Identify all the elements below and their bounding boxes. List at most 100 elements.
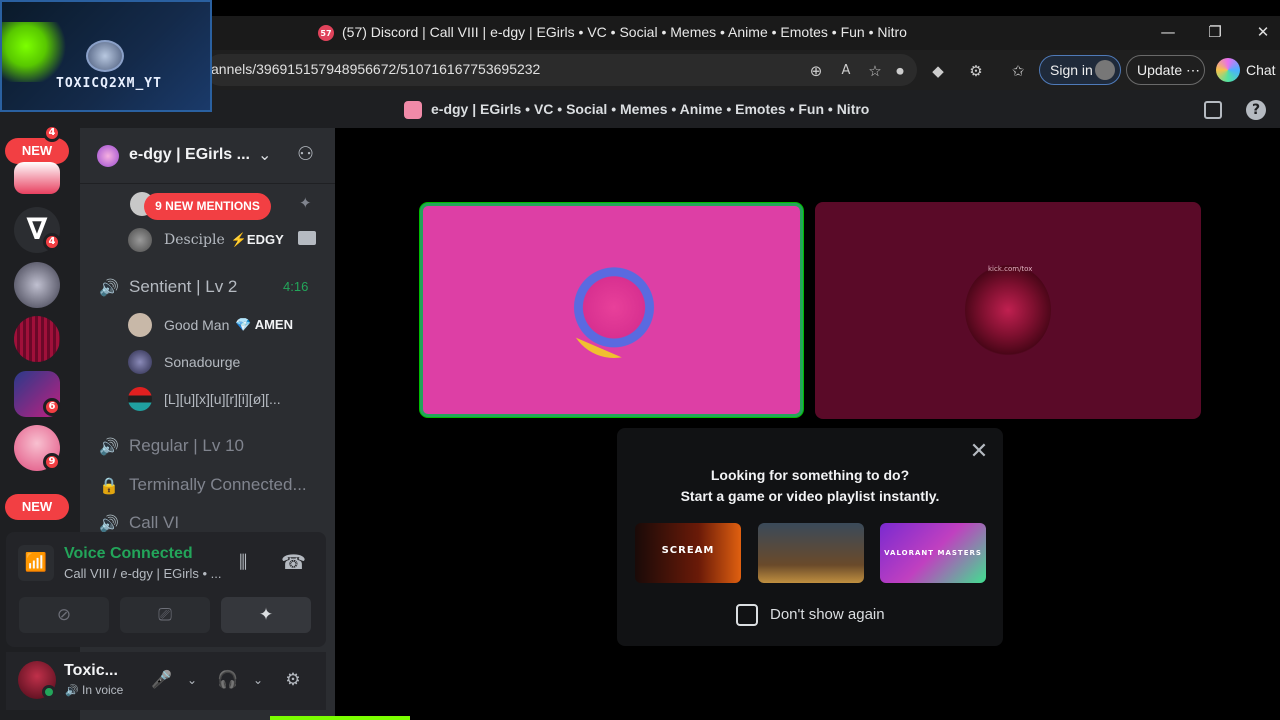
voice-user-name: Good Man [164, 317, 230, 333]
activity-title: VALORANT MASTERS [884, 549, 982, 557]
video-tile[interactable]: kick.com/tox [815, 202, 1201, 419]
server-icon-1[interactable] [14, 162, 60, 194]
voice-user[interactable]: Desciple ⚡EDGY [128, 226, 284, 254]
chat-label[interactable]: Chat [1246, 62, 1276, 78]
headphones-icon[interactable]: 🎧 [216, 668, 240, 692]
video-camera-icon [298, 231, 316, 245]
voice-speaker-icon: 🔊 [99, 513, 119, 533]
avatar [128, 387, 152, 411]
user-status: In voice [82, 683, 124, 697]
voice-status[interactable]: Voice Connected [64, 545, 193, 563]
channel-regular[interactable]: 🔊 Regular | Lv 10 [96, 432, 244, 460]
inbox-icon[interactable] [1204, 101, 1222, 119]
voice-user[interactable]: [L][u][x][u][r][i][ø][... [128, 385, 281, 413]
voice-user-name: [L][u][x][u][r][i][ø][... [164, 391, 281, 407]
server-boost-icon [97, 145, 119, 167]
signal-icon[interactable]: 📶 [18, 545, 54, 581]
zoom-icon[interactable]: ⊕ [806, 61, 826, 81]
update-label: Update [1137, 62, 1183, 78]
in-voice-icon: 🔊 [65, 684, 79, 697]
voice-speaker-icon: 🔊 [99, 436, 119, 456]
avatar [568, 266, 660, 358]
update-button[interactable]: Update ⋯ [1126, 55, 1205, 85]
lock-icon: 🔒 [99, 475, 119, 495]
mention-badge: 9 [43, 453, 61, 471]
extensions-icon[interactable]: ⚙ [966, 61, 986, 81]
favorite-star-icon[interactable]: ☆ [865, 61, 885, 81]
favorites-icon[interactable]: ✩ [1008, 61, 1028, 81]
close-window-icon[interactable]: ✕ [1253, 22, 1273, 42]
online-status-icon [42, 685, 56, 699]
dont-show-label[interactable]: Don't show again [770, 606, 885, 623]
role-tag: 💎 AMEN [235, 317, 293, 332]
server-icon-3[interactable] [14, 262, 60, 308]
new-unread-pill-top[interactable]: NEW [5, 138, 69, 164]
mention-badge: 4 [43, 124, 61, 142]
profile-avatar-icon [1095, 60, 1115, 80]
voice-user-name: Sonadourge [164, 354, 241, 370]
microphone-icon[interactable]: 🎤 [150, 668, 174, 692]
restore-icon[interactable]: ❐ [1205, 22, 1225, 42]
activity-tile-scream[interactable]: SCREAM [635, 523, 741, 583]
role-tag: ⚡EDGY [230, 232, 284, 247]
avatar [128, 350, 152, 374]
help-icon[interactable]: ? [1246, 100, 1266, 120]
activity-tile-valorant[interactable]: VALORANT MASTERS [880, 523, 986, 583]
mention-badge: 6 [43, 398, 61, 416]
new-mentions-pill[interactable]: 9 NEW MENTIONS [144, 193, 271, 220]
close-icon[interactable]: ✕ [967, 440, 991, 464]
chevron-down-icon[interactable]: ⌄ [180, 668, 204, 692]
stream-overlay-strip [270, 716, 410, 720]
channel-name: Sentient | Lv 2 [129, 277, 238, 296]
overlay-channel-name: TOXICQ2XM_YT [56, 76, 162, 91]
read-aloud-icon[interactable]: A [836, 61, 856, 81]
screen-share-button[interactable]: ⎚ [120, 597, 210, 633]
promo-subheading: Start a game or video playlist instantly… [680, 488, 940, 504]
activity-tile-cards[interactable] [758, 523, 864, 583]
mention-badge: 4 [43, 233, 61, 251]
promo-heading: Looking for something to do? [710, 467, 910, 483]
channel-name: Regular | Lv 10 [129, 436, 244, 455]
activities-icon[interactable]: ✦ [299, 194, 312, 212]
voice-user[interactable]: Sonadourge [128, 348, 240, 376]
window-title: (57) Discord | Call VIII | e-dgy | EGirl… [342, 24, 907, 40]
activity-title: SCREAM [661, 545, 715, 556]
settings-gear-icon[interactable]: ⚙ [281, 668, 305, 692]
activities-button[interactable]: ✦ [221, 597, 311, 633]
disconnect-icon[interactable]: ☎ [281, 550, 306, 574]
video-tile-speaking[interactable] [420, 203, 803, 417]
new-unread-pill-bottom[interactable]: NEW [5, 494, 69, 520]
avatar [128, 228, 152, 252]
url-text[interactable]: annels/396915157948956672/51071616775369… [211, 61, 540, 77]
chevron-down-icon[interactable]: ⌄ [246, 668, 270, 692]
dont-show-checkbox[interactable] [736, 604, 758, 626]
chevron-down-icon[interactable]: ⌄ [258, 145, 271, 164]
overlay-emblem-icon [86, 40, 124, 72]
avatar [128, 313, 152, 337]
sign-in-button[interactable]: Sign in [1039, 55, 1121, 85]
invite-people-icon[interactable]: ⚇ [297, 143, 314, 165]
screen: TOXICQ2XM_YT 57 (57) Discord | Call VIII… [0, 0, 1280, 720]
noise-suppression-icon[interactable]: ⫼ [239, 552, 247, 573]
copilot-icon[interactable] [1216, 58, 1240, 82]
discord-server-title: e-dgy | EGirls • VC • Social • Memes • A… [431, 101, 870, 117]
server-name[interactable]: e-dgy | EGirls ... [129, 146, 250, 164]
voice-channel-path[interactable]: Call VIII / e-dgy | EGirls • ... [64, 566, 221, 581]
server-icon-4[interactable] [14, 316, 60, 362]
discord-favicon-icon: 57 [318, 25, 334, 41]
channel-name: Call VI [129, 513, 180, 532]
channel-terminally-connected[interactable]: 🔒 Terminally Connected... [96, 471, 307, 499]
camera-off-button[interactable]: ⊘ [19, 597, 109, 633]
username[interactable]: Toxic... [64, 662, 118, 680]
voice-user[interactable]: Good Man 💎 AMEN [128, 311, 293, 339]
stream-overlay-logo: TOXICQ2XM_YT [0, 0, 212, 112]
call-timer: 4:16 [283, 279, 309, 294]
server-icon [404, 101, 422, 119]
voice-user-name: Desciple [164, 232, 225, 248]
minimize-icon[interactable]: — [1158, 22, 1178, 42]
voice-search-icon[interactable]: ⏺ [890, 61, 910, 81]
channel-sentient[interactable]: 🔊 Sentient | Lv 2 [96, 273, 237, 301]
paint-splat [2, 22, 82, 82]
avatar [965, 264, 1051, 356]
shopping-icon[interactable]: ◆ [928, 61, 948, 81]
